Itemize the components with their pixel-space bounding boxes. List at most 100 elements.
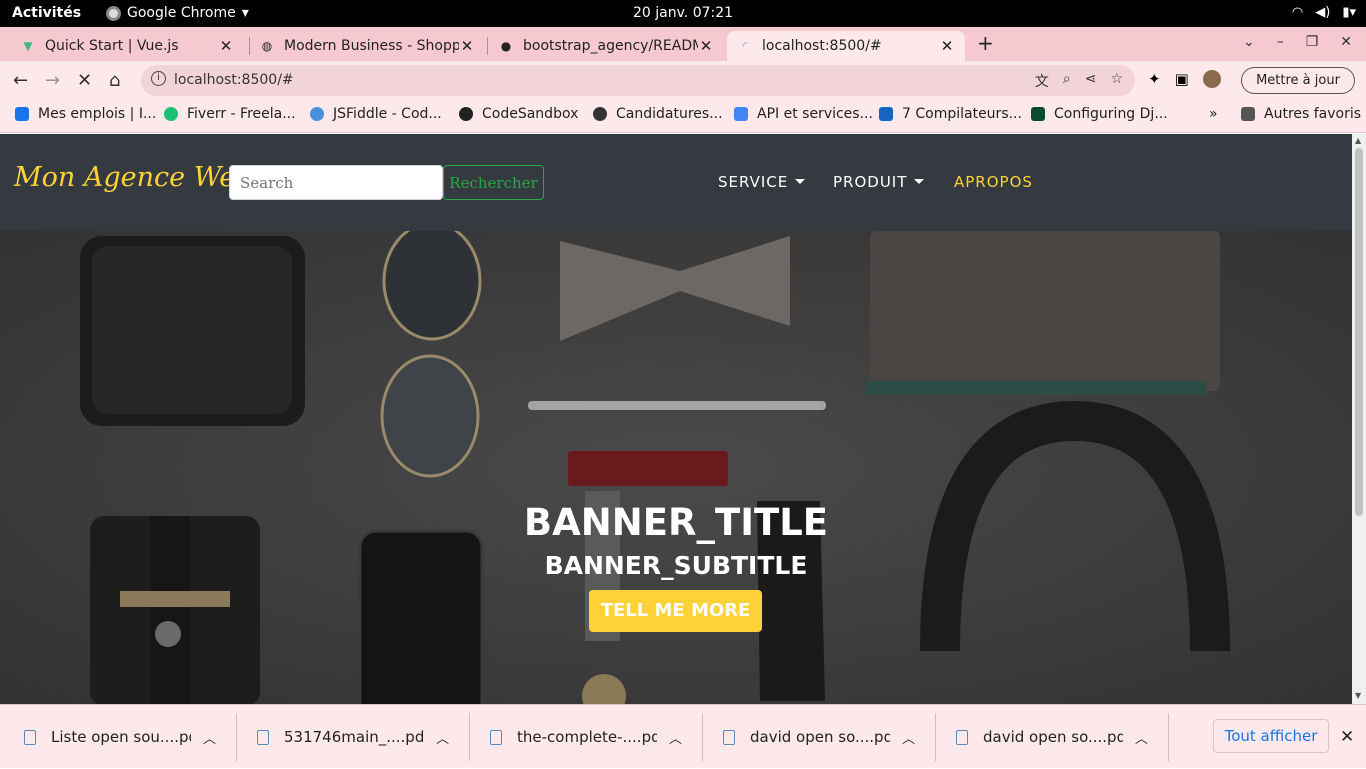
- bookmark-favicon-icon: [593, 107, 607, 121]
- other-bookmarks-label: Autres favoris: [1264, 106, 1362, 122]
- caret-down-icon: ▾: [241, 5, 249, 21]
- download-item[interactable]: david open so....pdf ︿: [956, 705, 1148, 769]
- site-info-icon[interactable]: i: [151, 71, 166, 86]
- search-button[interactable]: Rechercher: [443, 165, 544, 200]
- download-name: david open so....pdf: [750, 728, 890, 746]
- show-all-downloads-button[interactable]: Tout afficher: [1213, 719, 1329, 753]
- back-button[interactable]: ←: [13, 70, 28, 91]
- loading-icon: ◜: [742, 39, 748, 53]
- download-item[interactable]: david open so....pdf ︿: [723, 705, 915, 769]
- tab-strip: ▼ Quick Start | Vue.js ✕ ◍ Modern Busine…: [0, 27, 1366, 61]
- chrome-icon: [106, 5, 121, 21]
- banner-subtitle: BANNER_SUBTITLE: [544, 551, 808, 580]
- chevron-up-icon[interactable]: ︿: [669, 728, 682, 747]
- bookmark-item[interactable]: Configuring Dj...: [1031, 106, 1168, 122]
- bookmark-label: Mes emplois | I...: [38, 106, 157, 122]
- stop-button[interactable]: ✕: [77, 70, 92, 91]
- bookmark-label: JSFiddle - Cod...: [333, 106, 442, 122]
- close-icon[interactable]: ✕: [1340, 727, 1354, 747]
- bookmark-item[interactable]: JSFiddle - Cod...: [310, 106, 442, 122]
- activities-button[interactable]: Activités: [12, 5, 81, 21]
- app-menu[interactable]: Google Chrome ▾: [106, 5, 249, 21]
- side-panel-icon[interactable]: ▣: [1175, 70, 1189, 88]
- chevron-up-icon[interactable]: ︿: [436, 728, 449, 747]
- close-icon[interactable]: ✕: [459, 37, 475, 55]
- scroll-down-icon[interactable]: ▼: [1355, 691, 1361, 700]
- other-bookmarks[interactable]: Autres favoris: [1241, 106, 1361, 122]
- bookmark-label: API et services...: [757, 106, 873, 122]
- clock[interactable]: 20 janv. 07:21: [633, 5, 733, 21]
- close-icon[interactable]: ✕: [939, 37, 955, 55]
- more-bookmarks-button[interactable]: »: [1209, 106, 1218, 122]
- home-button[interactable]: ⌂: [109, 70, 120, 91]
- new-tab-button[interactable]: +: [977, 31, 994, 55]
- banner-title: BANNER_TITLE: [523, 501, 829, 544]
- bookmarks-bar: Mes emplois | I... Fiverr - Freela... JS…: [0, 99, 1366, 133]
- bookmark-item[interactable]: CodeSandbox: [459, 106, 578, 122]
- github-icon: ●: [500, 39, 512, 53]
- download-item[interactable]: Liste open sou....pdf ︿: [24, 705, 216, 769]
- url-text[interactable]: localhost:8500/#: [174, 72, 294, 88]
- battery-icon: ▮▾: [1342, 5, 1356, 20]
- chevron-up-icon[interactable]: ︿: [902, 728, 915, 747]
- tell-me-more-button[interactable]: TELL ME MORE: [589, 590, 762, 632]
- chevron-up-icon[interactable]: ︿: [1135, 728, 1148, 747]
- page-scrollbar[interactable]: ▲ ▼: [1352, 134, 1366, 704]
- tab-localhost[interactable]: ◜ localhost:8500/# ✕: [727, 31, 965, 61]
- close-icon[interactable]: ✕: [698, 37, 714, 55]
- nav-service[interactable]: SERVICE: [718, 173, 806, 191]
- file-icon: [723, 729, 735, 745]
- file-icon: [956, 729, 968, 745]
- download-name: david open so....pdf: [983, 728, 1123, 746]
- extensions-icon[interactable]: ✦: [1148, 70, 1161, 88]
- download-item[interactable]: the-complete-....pdf ︿: [490, 705, 682, 769]
- nav-label: SERVICE: [718, 173, 789, 191]
- bookmark-item[interactable]: 7 Compilateurs...: [879, 106, 1022, 122]
- wifi-icon: ◠: [1291, 5, 1304, 20]
- bookmark-label: Fiverr - Freela...: [187, 106, 296, 122]
- bookmark-item[interactable]: Fiverr - Freela...: [164, 106, 296, 122]
- volume-icon: ◀): [1315, 5, 1331, 20]
- scroll-up-icon[interactable]: ▲: [1355, 136, 1361, 145]
- forward-button[interactable]: →: [45, 70, 60, 91]
- browser-toolbar: ← → ✕ ⌂ i localhost:8500/# 文 ⌕ ⋖ ☆ ✦ ▣ Mett…: [0, 61, 1366, 99]
- nav-produit[interactable]: PRODUIT: [833, 173, 925, 191]
- window-controls: ⌄ – ❐ ✕: [1243, 34, 1352, 50]
- tab-search-icon[interactable]: ⌄: [1243, 34, 1255, 50]
- translate-icon[interactable]: 文: [1035, 71, 1049, 91]
- bookmark-favicon-icon: [459, 107, 473, 121]
- bookmark-item[interactable]: Mes emplois | I...: [15, 106, 156, 122]
- bookmark-item[interactable]: API et services...: [734, 106, 873, 122]
- vue-icon: ▼: [23, 39, 33, 53]
- bookmark-favicon-icon: [1031, 107, 1045, 121]
- search-input[interactable]: [229, 165, 443, 200]
- download-name: Liste open sou....pdf: [51, 728, 191, 746]
- tab-modern-business[interactable]: ◍ Modern Business - Shopp ✕: [249, 31, 485, 61]
- address-bar[interactable]: i localhost:8500/# 文 ⌕ ⋖ ☆: [141, 65, 1135, 96]
- caret-down-icon: [795, 179, 806, 184]
- close-icon[interactable]: ✕: [218, 37, 234, 55]
- tab-vue[interactable]: ▼ Quick Start | Vue.js ✕: [10, 31, 244, 61]
- nav-label: PRODUIT: [833, 173, 908, 191]
- avatar[interactable]: [1202, 70, 1221, 88]
- tab-github[interactable]: ● bootstrap_agency/READM ✕: [488, 31, 724, 61]
- bookmark-item[interactable]: Candidatures...: [593, 106, 723, 122]
- app-name: Google Chrome: [127, 5, 236, 21]
- share-icon[interactable]: ⋖: [1085, 71, 1097, 91]
- chevron-up-icon[interactable]: ︿: [203, 728, 216, 747]
- close-window-icon[interactable]: ✕: [1340, 34, 1352, 50]
- restore-icon[interactable]: ❐: [1306, 34, 1319, 50]
- download-name: the-complete-....pdf: [517, 728, 657, 746]
- nav-apropos[interactable]: APROPOS: [954, 173, 1033, 191]
- tab-title: Modern Business - Shopp: [284, 38, 459, 54]
- zoom-icon[interactable]: ⌕: [1063, 71, 1071, 91]
- hero-banner: BANNER_TITLE BANNER_SUBTITLE TELL ME MOR…: [0, 231, 1352, 704]
- site-navbar: Mon Agence Web Rechercher SERVICE PRODUI…: [0, 134, 1352, 231]
- minimize-icon[interactable]: –: [1277, 34, 1284, 50]
- update-button[interactable]: Mettre à jour: [1241, 67, 1355, 94]
- site-brand[interactable]: Mon Agence Web: [14, 162, 253, 193]
- scrollbar-thumb[interactable]: [1355, 148, 1363, 516]
- bookmark-star-icon[interactable]: ☆: [1110, 71, 1123, 91]
- download-item[interactable]: 531746main_....pdf ︿: [257, 705, 449, 769]
- system-tray[interactable]: ◠ ◀) ▮▾: [1292, 5, 1356, 20]
